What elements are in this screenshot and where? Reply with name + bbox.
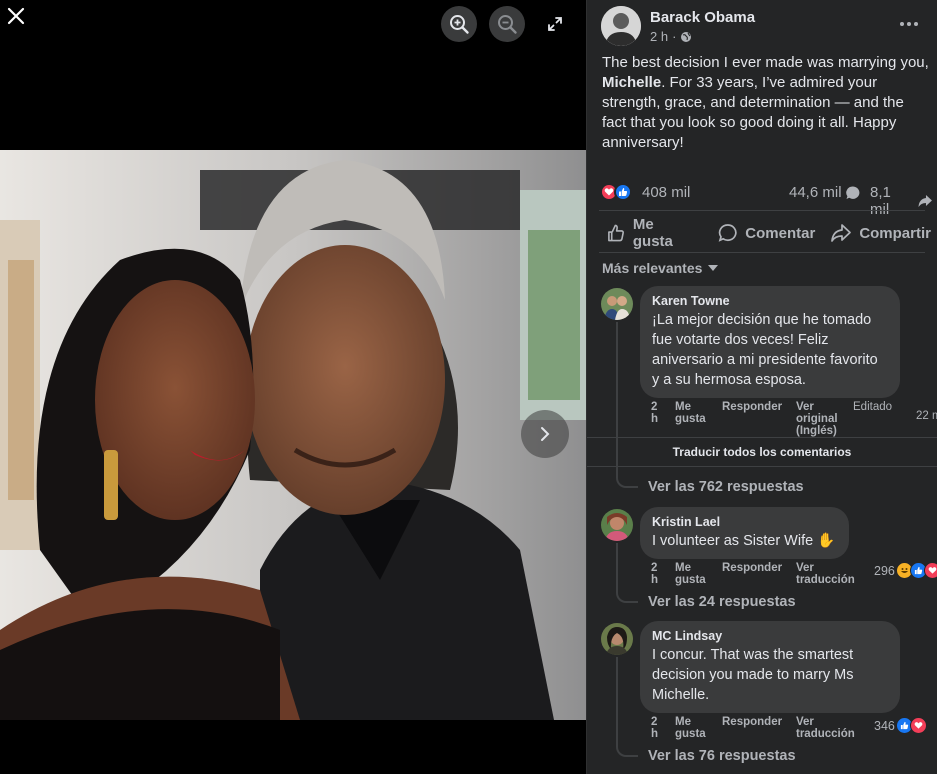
post-panel: Barack Obama 2 h · The best decision I e… bbox=[586, 0, 937, 774]
dot-icon bbox=[914, 22, 918, 26]
like-reaction-icon bbox=[614, 183, 632, 201]
post-time[interactable]: 2 h bbox=[650, 29, 668, 44]
comment-icon bbox=[718, 224, 737, 242]
see-original-link[interactable]: Ver original (Inglés) bbox=[796, 401, 846, 437]
post-actions: Me gusta Comentar Compartir bbox=[599, 216, 931, 250]
comment-reactions[interactable]: 296 bbox=[874, 562, 937, 579]
comment-reaction-count[interactable]: 22 mil bbox=[916, 410, 937, 422]
comment-time[interactable]: 2 h bbox=[651, 562, 665, 586]
comment-text: I concur. That was the smartest decision… bbox=[652, 647, 854, 703]
thumbs-up-icon bbox=[608, 224, 624, 242]
zoom-out-icon bbox=[498, 15, 517, 34]
photo-image bbox=[0, 150, 586, 720]
divider bbox=[599, 252, 925, 253]
post-photo bbox=[0, 150, 586, 720]
fullscreen-icon bbox=[548, 17, 562, 31]
comment-count-text: 44,6 mil bbox=[789, 184, 842, 201]
post-header: Barack Obama 2 h · bbox=[601, 6, 927, 48]
thread-connector bbox=[616, 322, 638, 488]
comment-bubble: Kristin Lael I volunteer as Sister Wife … bbox=[640, 507, 849, 559]
view-replies-link[interactable]: Ver las 24 respuestas bbox=[648, 594, 796, 610]
commenter-avatar[interactable] bbox=[601, 288, 633, 320]
commenter-avatar[interactable] bbox=[601, 509, 633, 541]
reactions-summary: 408 mil 44,6 mil 8,1 mil bbox=[600, 182, 933, 218]
photo-viewer bbox=[0, 0, 586, 774]
share-label: Compartir bbox=[859, 224, 931, 242]
translate-all-comments-button[interactable]: Traducir todos los comentarios bbox=[587, 437, 937, 467]
comment-reply-link[interactable]: Responder bbox=[722, 401, 782, 413]
comment-bubble-icon bbox=[845, 185, 859, 199]
comment-reactions[interactable]: 346 bbox=[874, 717, 927, 734]
thread-connector bbox=[616, 543, 638, 603]
commenter-name[interactable]: Kristin Lael bbox=[652, 515, 837, 529]
comment-count[interactable]: 44,6 mil bbox=[789, 184, 861, 201]
share-count-text: 8,1 mil bbox=[870, 184, 891, 218]
more-options-button[interactable] bbox=[895, 14, 923, 34]
comment-footer: 2 h Me gusta Responder Ver original (Ing… bbox=[651, 401, 937, 437]
comment-label: Comentar bbox=[745, 224, 816, 242]
comment-reply-link[interactable]: Responder bbox=[722, 562, 782, 574]
dot-icon bbox=[900, 22, 904, 26]
share-button[interactable]: Compartir bbox=[830, 221, 931, 245]
globe-icon bbox=[681, 31, 692, 42]
comment-time[interactable]: 2 h bbox=[651, 401, 665, 425]
commenter-avatar[interactable] bbox=[601, 623, 633, 655]
translate-all-label: Traducir todos los comentarios bbox=[672, 445, 852, 459]
comment-like-link[interactable]: Me gusta bbox=[675, 716, 706, 740]
like-label: Me gusta bbox=[632, 216, 673, 250]
comment-time[interactable]: 2 h bbox=[651, 716, 665, 740]
close-button[interactable] bbox=[4, 4, 28, 28]
comment-reaction-count: 296 bbox=[874, 563, 895, 578]
commenter-name[interactable]: Karen Towne bbox=[652, 294, 888, 308]
comment-text: I volunteer as Sister Wife ✋ bbox=[652, 533, 836, 549]
next-photo-button[interactable] bbox=[521, 410, 569, 458]
caret-down-icon bbox=[708, 265, 719, 271]
zoom-out-button[interactable] bbox=[489, 6, 525, 42]
thread-connector bbox=[616, 657, 638, 757]
dot-icon bbox=[907, 22, 911, 26]
comment-like-link[interactable]: Me gusta bbox=[675, 562, 706, 586]
share-icon bbox=[831, 224, 852, 242]
comment-bubble: MC Lindsay I concur. That was the smarte… bbox=[640, 621, 900, 713]
sort-label: Más relevantes bbox=[602, 260, 703, 276]
love-reaction-icon bbox=[923, 562, 937, 579]
reaction-icons[interactable] bbox=[600, 183, 632, 201]
view-replies-link[interactable]: Ver las 76 respuestas bbox=[648, 748, 796, 764]
like-button[interactable]: Me gusta bbox=[607, 216, 694, 250]
edited-label: Editado bbox=[853, 401, 893, 413]
chevron-right-icon bbox=[541, 427, 550, 441]
love-reaction-icon bbox=[909, 717, 927, 734]
comment-reply-link[interactable]: Responder bbox=[722, 716, 782, 728]
fullscreen-button[interactable] bbox=[537, 6, 573, 42]
mention-michelle[interactable]: Michelle bbox=[602, 74, 661, 91]
post-text: The best decision I ever made was marryi… bbox=[602, 53, 930, 153]
author-avatar[interactable] bbox=[601, 6, 641, 46]
reaction-count[interactable]: 408 mil bbox=[642, 184, 690, 201]
comment-button[interactable]: Comentar bbox=[718, 221, 815, 245]
comment-sort-dropdown[interactable]: Más relevantes bbox=[602, 260, 719, 276]
share-arrow-icon bbox=[918, 195, 933, 207]
post-author[interactable]: Barack Obama bbox=[650, 9, 755, 26]
commenter-name[interactable]: MC Lindsay bbox=[652, 629, 888, 643]
see-translation-link[interactable]: Ver traducción bbox=[796, 562, 858, 586]
share-count[interactable]: 8,1 mil bbox=[870, 184, 933, 218]
comment-like-link[interactable]: Me gusta bbox=[675, 401, 706, 425]
comment-reaction-count: 346 bbox=[874, 718, 895, 733]
zoom-in-button[interactable] bbox=[441, 6, 477, 42]
view-replies-link[interactable]: Ver las 762 respuestas bbox=[648, 479, 804, 495]
divider bbox=[599, 210, 925, 211]
post-meta: 2 h · bbox=[650, 29, 692, 44]
comment-text: ¡La mejor decisión que he tomado fue vot… bbox=[652, 312, 878, 388]
see-translation-link[interactable]: Ver traducción bbox=[796, 716, 858, 740]
close-icon bbox=[7, 7, 25, 25]
comment-bubble: Karen Towne ¡La mejor decisión que he to… bbox=[640, 286, 900, 398]
post-text-part: The best decision I ever made was marryi… bbox=[602, 54, 929, 71]
zoom-in-icon bbox=[450, 15, 469, 34]
